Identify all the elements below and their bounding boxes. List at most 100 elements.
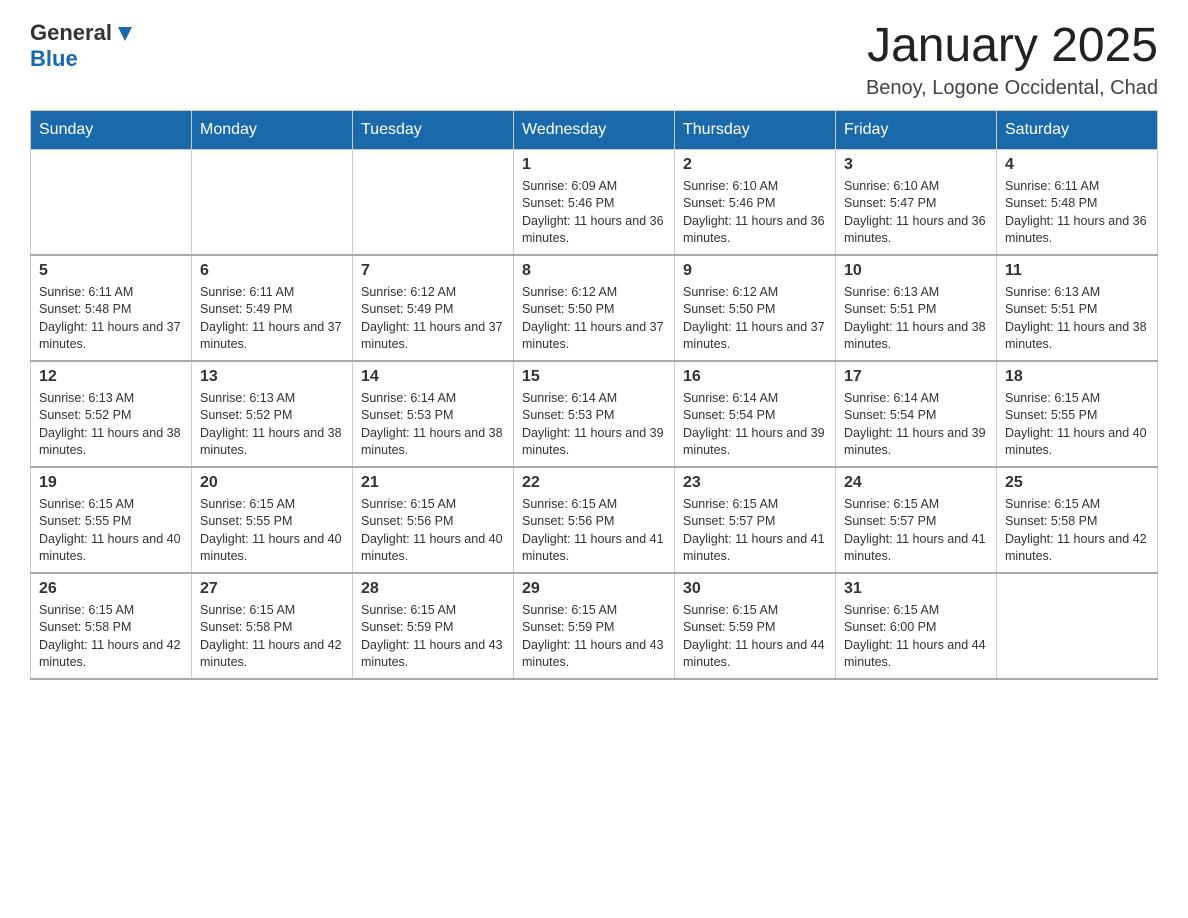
calendar-cell: 7 Sunrise: 6:12 AM Sunset: 5:49 PM Daylig… bbox=[353, 255, 514, 361]
calendar-cell: 4 Sunrise: 6:11 AM Sunset: 5:48 PM Daylig… bbox=[997, 149, 1158, 255]
calendar-week-row: 26 Sunrise: 6:15 AM Sunset: 5:58 PM Dayli… bbox=[31, 573, 1158, 679]
day-info: Sunrise: 6:11 AM Sunset: 5:49 PM Dayligh… bbox=[200, 284, 344, 354]
calendar-table: SundayMondayTuesdayWednesdayThursdayFrid… bbox=[30, 110, 1158, 680]
calendar-cell: 24 Sunrise: 6:15 AM Sunset: 5:57 PM Dayli… bbox=[836, 467, 997, 573]
day-info: Sunrise: 6:12 AM Sunset: 5:50 PM Dayligh… bbox=[683, 284, 827, 354]
logo-blue-text: Blue bbox=[30, 46, 78, 72]
weekday-header-friday: Friday bbox=[836, 110, 997, 149]
weekday-header-saturday: Saturday bbox=[997, 110, 1158, 149]
calendar-cell bbox=[353, 149, 514, 255]
day-info: Sunrise: 6:15 AM Sunset: 5:59 PM Dayligh… bbox=[522, 602, 666, 672]
day-number: 28 bbox=[361, 580, 505, 598]
calendar-cell: 18 Sunrise: 6:15 AM Sunset: 5:55 PM Dayli… bbox=[997, 361, 1158, 467]
day-number: 30 bbox=[683, 580, 827, 598]
calendar-cell: 9 Sunrise: 6:12 AM Sunset: 5:50 PM Daylig… bbox=[675, 255, 836, 361]
calendar-cell: 2 Sunrise: 6:10 AM Sunset: 5:46 PM Daylig… bbox=[675, 149, 836, 255]
day-number: 13 bbox=[200, 368, 344, 386]
day-number: 18 bbox=[1005, 368, 1149, 386]
day-number: 19 bbox=[39, 474, 183, 492]
calendar-cell: 20Sunrise: 6:15 AM Sunset: 5:55 PM Dayli… bbox=[192, 467, 353, 573]
day-number: 7 bbox=[361, 262, 505, 280]
calendar-cell: 13 Sunrise: 6:13 AM Sunset: 5:52 PM Dayli… bbox=[192, 361, 353, 467]
day-number: 29 bbox=[522, 580, 666, 598]
day-number: 27 bbox=[200, 580, 344, 598]
page-subtitle: Benoy, Logone Occidental, Chad bbox=[866, 77, 1158, 100]
day-number: 11 bbox=[1005, 262, 1149, 280]
calendar-cell: 12Sunrise: 6:13 AM Sunset: 5:52 PM Dayli… bbox=[31, 361, 192, 467]
day-number: 20 bbox=[200, 474, 344, 492]
calendar-cell: 8 Sunrise: 6:12 AM Sunset: 5:50 PM Daylig… bbox=[514, 255, 675, 361]
day-info: Sunrise: 6:15 AM Sunset: 5:58 PM Dayligh… bbox=[1005, 496, 1149, 566]
calendar-header-row: SundayMondayTuesdayWednesdayThursdayFrid… bbox=[31, 110, 1158, 149]
weekday-header-tuesday: Tuesday bbox=[353, 110, 514, 149]
day-number: 15 bbox=[522, 368, 666, 386]
day-number: 16 bbox=[683, 368, 827, 386]
day-info: Sunrise: 6:13 AM Sunset: 5:51 PM Dayligh… bbox=[1005, 284, 1149, 354]
calendar-week-row: 19Sunrise: 6:15 AM Sunset: 5:55 PM Dayli… bbox=[31, 467, 1158, 573]
calendar-cell bbox=[31, 149, 192, 255]
day-number: 23 bbox=[683, 474, 827, 492]
page-header: General Blue January 2025 Benoy, Logone … bbox=[30, 20, 1158, 100]
calendar-cell: 29 Sunrise: 6:15 AM Sunset: 5:59 PM Dayli… bbox=[514, 573, 675, 679]
calendar-cell bbox=[997, 573, 1158, 679]
day-info: Sunrise: 6:12 AM Sunset: 5:50 PM Dayligh… bbox=[522, 284, 666, 354]
calendar-cell: 6 Sunrise: 6:11 AM Sunset: 5:49 PM Daylig… bbox=[192, 255, 353, 361]
day-info: Sunrise: 6:15 AM Sunset: 5:58 PM Dayligh… bbox=[39, 602, 183, 672]
day-number: 24 bbox=[844, 474, 988, 492]
calendar-cell: 25 Sunrise: 6:15 AM Sunset: 5:58 PM Dayli… bbox=[997, 467, 1158, 573]
calendar-cell: 3Sunrise: 6:10 AM Sunset: 5:47 PM Daylig… bbox=[836, 149, 997, 255]
day-info: Sunrise: 6:15 AM Sunset: 5:56 PM Dayligh… bbox=[522, 496, 666, 566]
calendar-cell: 19Sunrise: 6:15 AM Sunset: 5:55 PM Dayli… bbox=[31, 467, 192, 573]
day-number: 17 bbox=[844, 368, 988, 386]
day-info: Sunrise: 6:15 AM Sunset: 5:55 PM Dayligh… bbox=[1005, 390, 1149, 460]
calendar-week-row: 12 Sunrise: 6:13 AM Sunset: 5:52 PM Dayli… bbox=[31, 361, 1158, 467]
calendar-cell: 26 Sunrise: 6:15 AM Sunset: 5:58 PM Dayli… bbox=[31, 573, 192, 679]
day-info: Sunrise: 6:12 AM Sunset: 5:49 PM Dayligh… bbox=[361, 284, 505, 354]
day-info: Sunrise: 6:15 AM Sunset: 5:58 PM Dayligh… bbox=[200, 602, 344, 672]
day-info: Sunrise: 6:11 AM Sunset: 5:48 PM Dayligh… bbox=[39, 284, 183, 354]
day-info: Sunrise: 6:14 AM Sunset: 5:53 PM Dayligh… bbox=[361, 390, 505, 460]
day-number: 21 bbox=[361, 474, 505, 492]
day-info: Sunrise: 6:13 AM Sunset: 5:52 PM Dayligh… bbox=[200, 390, 344, 460]
day-info: Sunrise: 6:15 AM Sunset: 5:57 PM Dayligh… bbox=[844, 496, 988, 566]
day-info: Sunrise: 6:14 AM Sunset: 5:53 PM Dayligh… bbox=[522, 390, 666, 460]
day-number: 26 bbox=[39, 580, 183, 598]
day-info: Sunrise: 6:14 AM Sunset: 5:54 PM Dayligh… bbox=[683, 390, 827, 460]
day-info: Sunrise: 6:13 AM Sunset: 5:51 PM Dayligh… bbox=[844, 284, 988, 354]
day-number: 9 bbox=[683, 262, 827, 280]
calendar-cell: 10Sunrise: 6:13 AM Sunset: 5:51 PM Dayli… bbox=[836, 255, 997, 361]
day-info: Sunrise: 6:15 AM Sunset: 5:56 PM Dayligh… bbox=[361, 496, 505, 566]
day-number: 2 bbox=[683, 156, 827, 174]
logo-triangle-icon bbox=[114, 23, 136, 45]
day-info: Sunrise: 6:10 AM Sunset: 5:46 PM Dayligh… bbox=[683, 178, 827, 248]
day-number: 31 bbox=[844, 580, 988, 598]
day-number: 3 bbox=[844, 156, 988, 174]
weekday-header-thursday: Thursday bbox=[675, 110, 836, 149]
logo: General Blue bbox=[30, 20, 136, 72]
calendar-cell: 30 Sunrise: 6:15 AM Sunset: 5:59 PM Dayli… bbox=[675, 573, 836, 679]
day-info: Sunrise: 6:15 AM Sunset: 5:59 PM Dayligh… bbox=[683, 602, 827, 672]
day-info: Sunrise: 6:14 AM Sunset: 5:54 PM Dayligh… bbox=[844, 390, 988, 460]
calendar-cell: 28Sunrise: 6:15 AM Sunset: 5:59 PM Dayli… bbox=[353, 573, 514, 679]
calendar-cell: 21 Sunrise: 6:15 AM Sunset: 5:56 PM Dayli… bbox=[353, 467, 514, 573]
calendar-cell: 27 Sunrise: 6:15 AM Sunset: 5:58 PM Dayli… bbox=[192, 573, 353, 679]
day-number: 1 bbox=[522, 156, 666, 174]
day-number: 14 bbox=[361, 368, 505, 386]
day-info: Sunrise: 6:09 AM Sunset: 5:46 PM Dayligh… bbox=[522, 178, 666, 248]
weekday-header-sunday: Sunday bbox=[31, 110, 192, 149]
weekday-header-monday: Monday bbox=[192, 110, 353, 149]
day-number: 6 bbox=[200, 262, 344, 280]
calendar-cell: 15 Sunrise: 6:14 AM Sunset: 5:53 PM Dayli… bbox=[514, 361, 675, 467]
day-number: 5 bbox=[39, 262, 183, 280]
calendar-week-row: 1 Sunrise: 6:09 AM Sunset: 5:46 PM Daylig… bbox=[31, 149, 1158, 255]
weekday-header-wednesday: Wednesday bbox=[514, 110, 675, 149]
day-number: 4 bbox=[1005, 156, 1149, 174]
day-info: Sunrise: 6:11 AM Sunset: 5:48 PM Dayligh… bbox=[1005, 178, 1149, 248]
day-info: Sunrise: 6:15 AM Sunset: 5:57 PM Dayligh… bbox=[683, 496, 827, 566]
calendar-cell: 5 Sunrise: 6:11 AM Sunset: 5:48 PM Daylig… bbox=[31, 255, 192, 361]
calendar-cell: 11 Sunrise: 6:13 AM Sunset: 5:51 PM Dayli… bbox=[997, 255, 1158, 361]
day-info: Sunrise: 6:15 AM Sunset: 6:00 PM Dayligh… bbox=[844, 602, 988, 672]
day-number: 25 bbox=[1005, 474, 1149, 492]
day-number: 12 bbox=[39, 368, 183, 386]
day-number: 8 bbox=[522, 262, 666, 280]
